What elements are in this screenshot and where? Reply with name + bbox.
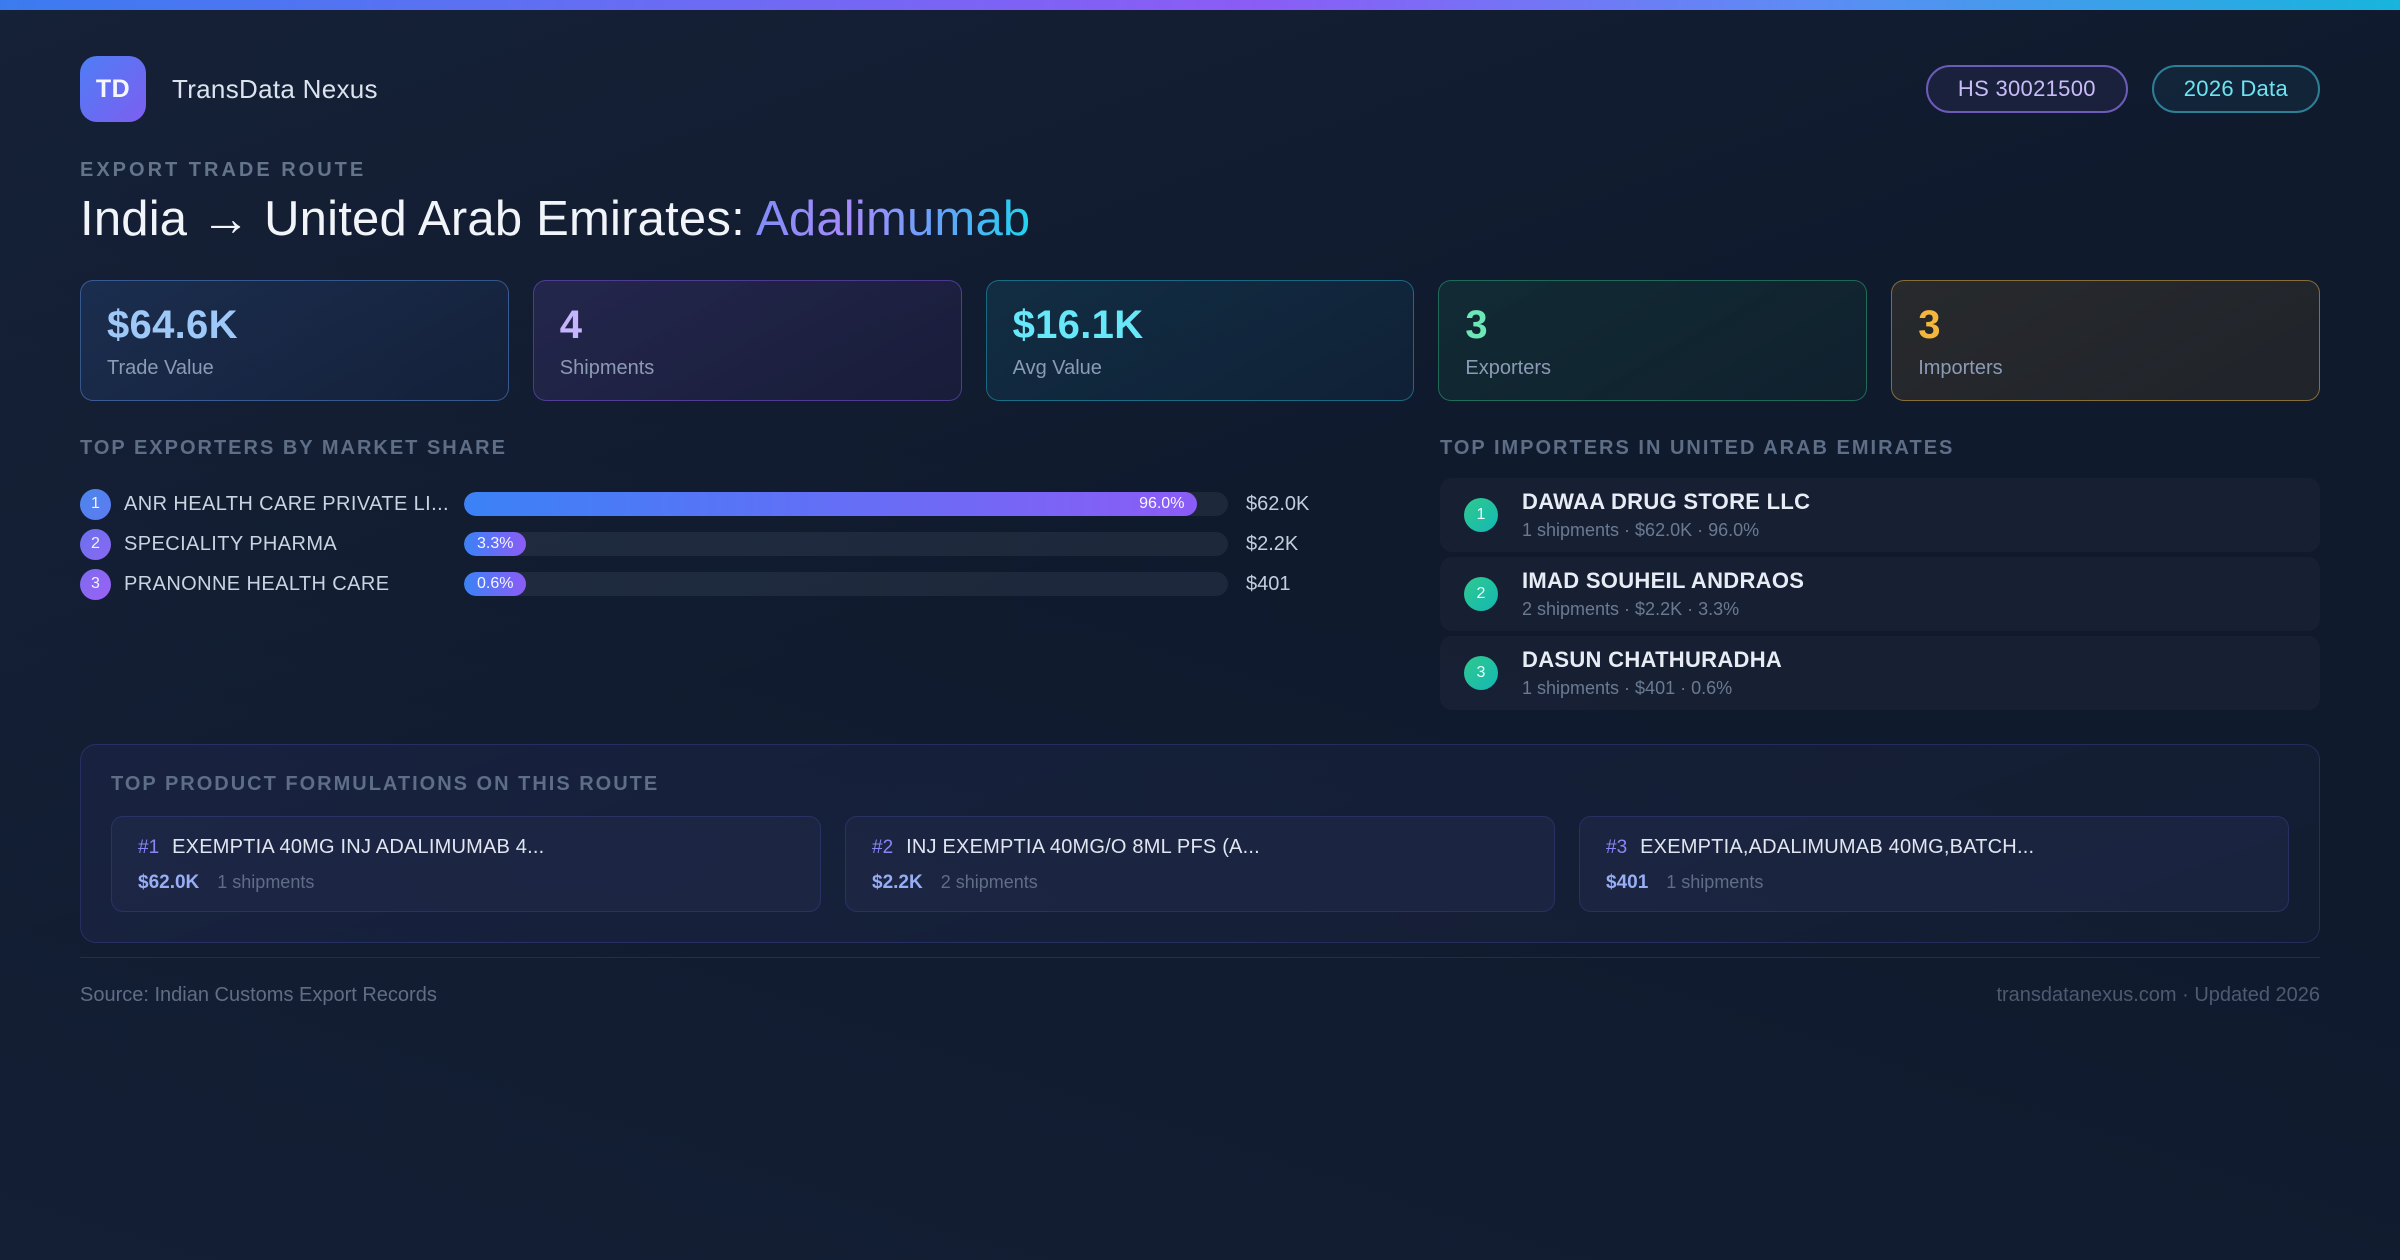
data-year-badge[interactable]: 2026 Data <box>2151 65 2320 113</box>
accent-topbar <box>0 0 2400 10</box>
exporter-row[interactable]: 1 ANR HEALTH CARE PRIVATE LI... 96.0% $6… <box>80 484 1352 524</box>
exporters-section-title: TOP EXPORTERS BY MARKET SHARE <box>80 437 507 459</box>
importers-list: 1 DAWAA DRUG STORE LLC 1 shipments · $62… <box>1440 478 2320 710</box>
stat-label: Importers <box>1918 357 2003 379</box>
market-share-bar-track: 0.6% <box>464 572 1228 596</box>
product-shipments: 1 shipments <box>217 872 315 892</box>
hs-code-badge[interactable]: HS 30021500 <box>1925 65 2128 113</box>
footer-source-text: Source: Indian Customs Export Records <box>80 984 437 1006</box>
rank-badge: 1 <box>80 488 111 520</box>
market-share-bar-track: 3.3% <box>464 532 1228 556</box>
rank-badge: 3 <box>1464 656 1498 690</box>
importer-card[interactable]: 1 DAWAA DRUG STORE LLC 1 shipments · $62… <box>1440 478 2320 552</box>
importer-meta: 2 shipments · $2.2K · 3.3% <box>1522 599 1740 619</box>
importers-section: TOP IMPORTERS IN UNITED ARAB EMIRATES 1 … <box>1440 437 2320 710</box>
stat-value: 3 <box>1918 303 1941 347</box>
product-top: #3 EXEMPTIA,ADALIMUMAB 40MG,BATCH... <box>1606 836 2262 859</box>
importer-name: DAWAA DRUG STORE LLC <box>1522 489 1811 514</box>
header-badges: HS 30021500 2026 Data <box>1925 65 2320 113</box>
exporter-row[interactable]: 3 PRANONNE HEALTH CARE 0.6% $401 <box>80 564 1352 604</box>
importer-info: DAWAA DRUG STORE LLC 1 shipments · $62.0… <box>1522 489 1810 541</box>
stat-card-avg-value: $16.1K Avg Value <box>985 280 1415 401</box>
stat-card-importers: 3 Importers <box>1891 280 2320 401</box>
importer-card[interactable]: 3 DASUN CHATHURADHA 1 shipments · $401 ·… <box>1440 636 2320 710</box>
stat-value: $16.1K <box>1012 303 1144 347</box>
product-top: #2 INJ EXEMPTIA 40MG/O 8ML PFS (A... <box>872 836 1528 859</box>
product-shipments: 2 shipments <box>940 872 1038 892</box>
stat-card-trade-value: $64.6K Trade Value <box>80 280 509 401</box>
title-product: Adalimumab <box>756 192 1031 246</box>
exporter-value: $62.0K <box>1246 492 1310 515</box>
product-name: EXEMPTIA 40MG INJ ADALIMUMAB 4... <box>172 836 545 858</box>
product-rank: #3 <box>1606 837 1628 858</box>
market-share-bar: 96.0% <box>464 492 1198 516</box>
exporter-name: PRANONNE HEALTH CARE <box>124 572 390 595</box>
stat-value: $64.6K <box>107 303 238 347</box>
header: TD TransData Nexus HS 30021500 2026 Data <box>80 56 2320 122</box>
importer-info: IMAD SOUHEIL ANDRAOS 2 shipments · $2.2K… <box>1522 568 1804 620</box>
market-share-bar: 3.3% <box>464 532 527 556</box>
importer-meta: 1 shipments · $401 · 0.6% <box>1522 678 1733 698</box>
main-columns: TOP EXPORTERS BY MARKET SHARE 1 ANR HEAL… <box>80 437 2320 710</box>
stat-value: 4 <box>559 303 583 347</box>
rank-badge: 2 <box>80 528 111 560</box>
product-value: $2.2K <box>872 872 923 893</box>
market-share-bar: 0.6% <box>464 572 527 596</box>
app-name: TransData Nexus <box>172 73 378 104</box>
exporter-name: SPECIALITY PHARMA <box>124 532 338 555</box>
product-card[interactable]: #2 INJ EXEMPTIA 40MG/O 8ML PFS (A... $2.… <box>845 816 1555 912</box>
title-route: India → United Arab Emirates: <box>80 192 756 246</box>
product-name: INJ EXEMPTIA 40MG/O 8ML PFS (A... <box>906 836 1260 858</box>
rank-badge: 1 <box>1464 498 1498 532</box>
products-panel: TOP PRODUCT FORMULATIONS ON THIS ROUTE #… <box>80 744 2320 943</box>
footer: Source: Indian Customs Export Records tr… <box>80 958 2320 1007</box>
exporter-name: ANR HEALTH CARE PRIVATE LI... <box>124 492 449 515</box>
importer-name: IMAD SOUHEIL ANDRAOS <box>1522 568 1805 593</box>
product-shipments: 1 shipments <box>1666 872 1764 892</box>
stat-label: Avg Value <box>1012 357 1102 379</box>
market-share-bar-track: 96.0% <box>464 492 1228 516</box>
importer-card[interactable]: 2 IMAD SOUHEIL ANDRAOS 2 shipments · $2.… <box>1440 557 2320 631</box>
rank-badge: 3 <box>80 568 111 600</box>
product-value: $401 <box>1606 872 1649 893</box>
app-logo: TD <box>80 56 146 122</box>
importer-info: DASUN CHATHURADHA 1 shipments · $401 · 0… <box>1522 647 1782 699</box>
product-bottom: $2.2K 2 shipments <box>872 872 1528 894</box>
page-title: India → United Arab Emirates: Adalimumab <box>80 191 2320 247</box>
product-card[interactable]: #1 EXEMPTIA 40MG INJ ADALIMUMAB 4... $62… <box>111 816 821 912</box>
stat-label: Exporters <box>1465 357 1551 379</box>
stat-card-exporters: 3 Exporters <box>1438 280 1868 401</box>
footer-site-text: transdatanexus.com · Updated 2026 <box>1996 984 2320 1006</box>
importer-name: DASUN CHATHURADHA <box>1522 647 1783 672</box>
stat-value: 3 <box>1465 303 1488 347</box>
stat-label: Shipments <box>559 357 655 379</box>
products-grid: #1 EXEMPTIA 40MG INJ ADALIMUMAB 4... $62… <box>111 816 2289 912</box>
rank-badge: 2 <box>1464 577 1498 611</box>
product-rank: #2 <box>872 837 894 858</box>
exporter-row[interactable]: 2 SPECIALITY PHARMA 3.3% $2.2K <box>80 524 1352 564</box>
product-card[interactable]: #3 EXEMPTIA,ADALIMUMAB 40MG,BATCH... $40… <box>1579 816 2289 912</box>
products-section-title: TOP PRODUCT FORMULATIONS ON THIS ROUTE <box>111 773 660 795</box>
product-top: #1 EXEMPTIA 40MG INJ ADALIMUMAB 4... <box>138 836 794 859</box>
product-rank: #1 <box>138 837 160 858</box>
stat-card-shipments: 4 Shipments <box>532 280 962 401</box>
importer-meta: 1 shipments · $62.0K · 96.0% <box>1522 520 1760 540</box>
exporters-section: TOP EXPORTERS BY MARKET SHARE 1 ANR HEAL… <box>80 437 1352 604</box>
product-value: $62.0K <box>138 872 200 893</box>
product-bottom: $62.0K 1 shipments <box>138 872 794 894</box>
importers-section-title: TOP IMPORTERS IN UNITED ARAB EMIRATES <box>1440 437 1955 459</box>
exporters-list: 1 ANR HEALTH CARE PRIVATE LI... 96.0% $6… <box>80 484 1352 604</box>
eyebrow-label: EXPORT TRADE ROUTE <box>80 159 367 181</box>
exporter-value: $2.2K <box>1246 532 1299 555</box>
stat-label: Trade Value <box>107 357 214 379</box>
product-bottom: $401 1 shipments <box>1606 872 2262 894</box>
stat-cards: $64.6K Trade Value 4 Shipments $16.1K Av… <box>80 280 2320 401</box>
exporter-value: $401 <box>1246 572 1291 595</box>
page: TD TransData Nexus HS 30021500 2026 Data… <box>0 56 2400 1007</box>
brand: TD TransData Nexus <box>80 56 378 122</box>
product-name: EXEMPTIA,ADALIMUMAB 40MG,BATCH... <box>1640 836 2035 858</box>
